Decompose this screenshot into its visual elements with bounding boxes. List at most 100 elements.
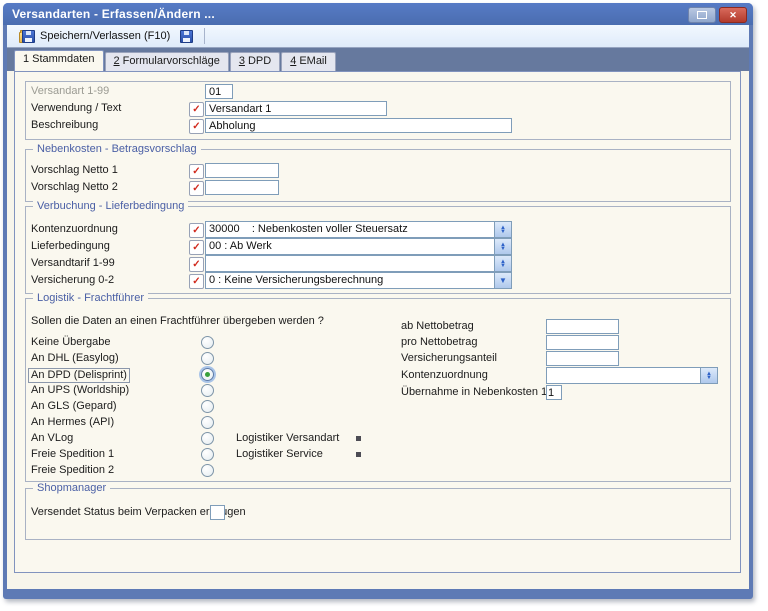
- radio-spedition2[interactable]: [201, 464, 214, 477]
- kontenzuordnung-combo[interactable]: 30000 : Nebenkosten voller Steuersatz ▲▼: [205, 221, 512, 238]
- save-exit-label: Speichern/Verlassen (F10): [40, 30, 170, 42]
- logistiker-service-label: Logistiker Service: [236, 447, 323, 462]
- check-icon: ✓: [192, 277, 200, 287]
- lieferbedingung-label: Lieferbedingung: [31, 239, 110, 254]
- logistiker-service-indicator: [356, 452, 361, 457]
- window-title: Versandarten - Erfassen/Ändern ...: [12, 7, 215, 21]
- vorschlag1-label: Vorschlag Netto 1: [31, 163, 118, 178]
- lookup-down-icon: ▼: [500, 230, 506, 234]
- tab-email[interactable]: 4EMail: [281, 52, 336, 71]
- versicherungsanteil-label: Versicherungsanteil: [401, 351, 497, 366]
- logistik-kontenzuordnung-value: [547, 368, 700, 383]
- uebernahme-input[interactable]: [546, 385, 562, 400]
- radio-label-gls[interactable]: An GLS (Gepard): [31, 399, 117, 414]
- radio-label-vlog[interactable]: An VLog: [31, 431, 73, 446]
- versicherung-combo[interactable]: 0 : Keine Versicherungsberechnung ▼: [205, 272, 512, 289]
- app-window: Versandarten - Erfassen/Ändern ... ✕ Spe…: [3, 3, 753, 599]
- vorschlag2-label: Vorschlag Netto 2: [31, 180, 118, 195]
- logistiker-versandart-indicator: [356, 436, 361, 441]
- versicherung-label: Versicherung 0-2: [31, 273, 114, 288]
- close-button[interactable]: ✕: [719, 7, 747, 23]
- radio-vlog[interactable]: [201, 432, 214, 445]
- kontenzuordnung-edit-button[interactable]: ✓: [189, 223, 204, 238]
- pro-nettobetrag-input[interactable]: [546, 335, 619, 350]
- lieferbedingung-value: 00 : Ab Werk: [206, 239, 494, 254]
- versendet-status-checkbox[interactable]: [210, 505, 225, 520]
- toolbar-separator: [204, 28, 205, 44]
- check-icon: ✓: [192, 122, 200, 132]
- verwendung-input[interactable]: [205, 101, 387, 116]
- radio-dpd[interactable]: [201, 368, 214, 381]
- beschreibung-input[interactable]: [205, 118, 512, 133]
- group-nebenkosten: Nebenkosten - Betragsvorschlag: [25, 149, 731, 202]
- save-exit-icon: [19, 30, 35, 43]
- vorschlag1-edit-button[interactable]: ✓: [189, 164, 204, 179]
- tab-formularvorschlaege[interactable]: 2Formularvorschläge: [105, 52, 229, 71]
- check-icon: ✓: [192, 167, 200, 177]
- radio-label-keine-uebergabe[interactable]: Keine Übergabe: [31, 335, 111, 350]
- tab-stammdaten[interactable]: 1Stammdaten: [14, 50, 104, 71]
- versicherung-value: 0 : Keine Versicherungsberechnung: [206, 273, 494, 288]
- radio-label-spedition2[interactable]: Freie Spedition 2: [31, 463, 114, 478]
- beschreibung-label: Beschreibung: [31, 118, 98, 133]
- vorschlag2-edit-button[interactable]: ✓: [189, 181, 204, 196]
- maximize-icon: [697, 11, 707, 19]
- versandtarif-combo[interactable]: ▲▼: [205, 255, 512, 272]
- check-icon: ✓: [192, 226, 200, 236]
- tab-page-stammdaten: Versandart 1-99 Verwendung / Text ✓ Besc…: [14, 71, 741, 573]
- radio-label-hermes[interactable]: An Hermes (API): [31, 415, 114, 430]
- radio-dhl[interactable]: [201, 352, 214, 365]
- group-logistik-legend: Logistik - Frachtführer: [33, 292, 148, 304]
- save-icon: [180, 30, 193, 43]
- radio-label-ups[interactable]: An UPS (Worldship): [31, 383, 129, 398]
- lookup-down-icon: ▼: [706, 376, 712, 380]
- frachtfuehrer-question: Sollen die Daten an einen Frachtführer ü…: [31, 314, 324, 329]
- group-shopmanager-legend: Shopmanager: [33, 482, 110, 494]
- logistik-kontenzuordnung-lookup-button[interactable]: ▲▼: [700, 368, 717, 383]
- logistik-kontenzuordnung-label: Kontenzuordnung: [401, 368, 488, 383]
- lookup-down-icon: ▼: [500, 247, 506, 251]
- verwendung-label: Verwendung / Text: [31, 101, 121, 116]
- save-exit-button[interactable]: Speichern/Verlassen (F10): [14, 28, 175, 45]
- radio-gls[interactable]: [201, 400, 214, 413]
- versicherung-dropdown-button[interactable]: ▼: [494, 273, 511, 288]
- radio-keine-uebergabe[interactable]: [201, 336, 214, 349]
- versicherung-edit-button[interactable]: ✓: [189, 274, 204, 289]
- check-icon: ✓: [192, 105, 200, 115]
- vorschlag2-input[interactable]: [205, 180, 279, 195]
- logistik-kontenzuordnung-combo[interactable]: ▲▼: [546, 367, 718, 384]
- group-verbuchung-legend: Verbuchung - Lieferbedingung: [33, 200, 188, 212]
- check-icon: ✓: [192, 260, 200, 270]
- versandtarif-edit-button[interactable]: ✓: [189, 257, 204, 272]
- maximize-button[interactable]: [688, 7, 716, 23]
- dropdown-icon: ▼: [499, 277, 507, 285]
- radio-spedition1[interactable]: [201, 448, 214, 461]
- kontenzuordnung-lookup-button[interactable]: ▲▼: [494, 222, 511, 237]
- logistiker-versandart-label: Logistiker Versandart: [236, 431, 339, 446]
- radio-hermes[interactable]: [201, 416, 214, 429]
- uebernahme-label: Übernahme in Nebenkosten 1-5: [401, 385, 557, 400]
- versandtarif-lookup-button[interactable]: ▲▼: [494, 256, 511, 271]
- vorschlag1-input[interactable]: [205, 163, 279, 178]
- radio-ups[interactable]: [201, 384, 214, 397]
- lieferbedingung-combo[interactable]: 00 : Ab Werk ▲▼: [205, 238, 512, 255]
- radio-label-dhl[interactable]: An DHL (Easylog): [31, 351, 119, 366]
- versandart-input[interactable]: [205, 84, 233, 99]
- lieferbedingung-lookup-button[interactable]: ▲▼: [494, 239, 511, 254]
- save-button[interactable]: [175, 28, 198, 45]
- verwendung-edit-button[interactable]: ✓: [189, 102, 204, 117]
- window-content: Speichern/Verlassen (F10) 1Stammdaten 2F…: [7, 25, 749, 589]
- tab-dpd[interactable]: 3DPD: [230, 52, 280, 71]
- ab-nettobetrag-input[interactable]: [546, 319, 619, 334]
- lieferbedingung-edit-button[interactable]: ✓: [189, 240, 204, 255]
- radio-label-spedition1[interactable]: Freie Spedition 1: [31, 447, 114, 462]
- versicherungsanteil-input[interactable]: [546, 351, 619, 366]
- pro-nettobetrag-label: pro Nettobetrag: [401, 335, 477, 350]
- toolbar: Speichern/Verlassen (F10): [7, 25, 749, 48]
- beschreibung-edit-button[interactable]: ✓: [189, 119, 204, 134]
- versandtarif-value: [206, 256, 494, 271]
- titlebar[interactable]: Versandarten - Erfassen/Ändern ... ✕: [3, 3, 753, 25]
- versandart-label: Versandart 1-99: [31, 84, 109, 99]
- screen: Versandarten - Erfassen/Ändern ... ✕ Spe…: [0, 0, 768, 611]
- radio-label-dpd[interactable]: An DPD (Delisprint): [28, 368, 130, 383]
